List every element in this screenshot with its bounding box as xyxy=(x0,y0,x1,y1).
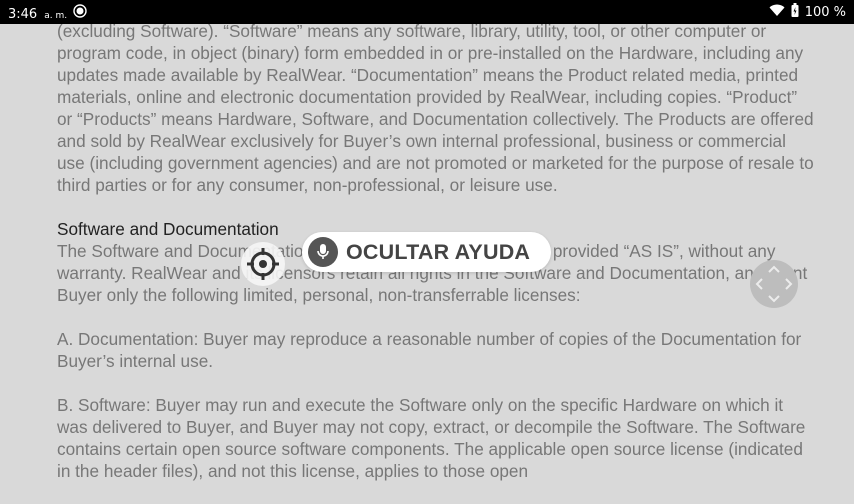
document-paragraph: A. Documentation: Buyer may reproduce a … xyxy=(57,329,802,371)
assistant-icon xyxy=(73,3,87,22)
status-left: 3:46 a. m. xyxy=(8,3,87,22)
hide-help-button[interactable]: OCULTAR AYUDA xyxy=(302,232,551,272)
battery-icon xyxy=(791,3,799,21)
document-paragraph: (excluding Software). “Software” means a… xyxy=(57,21,814,195)
document-paragraph: B. Software: Buyer may run and execute t… xyxy=(57,395,806,481)
wifi-icon xyxy=(769,4,785,21)
battery-level: 100 % xyxy=(804,4,846,20)
clock-time: 3:46 xyxy=(8,6,38,22)
status-right: 100 % xyxy=(769,3,846,21)
clock: 3:46 a. m. xyxy=(8,3,67,22)
status-bar: 3:46 a. m. 100 % xyxy=(0,0,854,24)
clock-ampm: a. m. xyxy=(44,10,68,21)
microphone-icon xyxy=(308,237,338,267)
hide-help-label: OCULTAR AYUDA xyxy=(346,239,531,264)
scroll-control[interactable] xyxy=(750,260,798,308)
scroll-arrows-icon xyxy=(755,265,793,303)
crosshair-icon[interactable] xyxy=(241,242,285,286)
